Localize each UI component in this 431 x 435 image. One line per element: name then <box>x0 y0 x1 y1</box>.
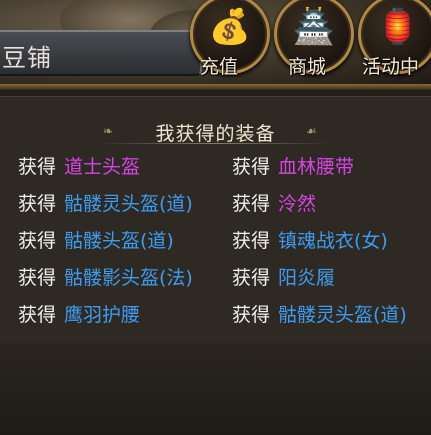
item-name[interactable]: 鹰羽护腰 <box>64 304 140 326</box>
list-item: 获得 骷髅灵头盔(道) <box>232 300 407 327</box>
item-name[interactable]: 泠然 <box>278 193 316 215</box>
list-item: 获得 泠然 <box>232 189 316 216</box>
gain-label: 获得 <box>18 304 57 326</box>
gain-label: 获得 <box>232 230 271 252</box>
list-item: 获得 镇魂战衣(女) <box>232 226 388 253</box>
item-name[interactable]: 道士头盔 <box>64 156 140 178</box>
panel-title: 我获得的装备 <box>155 123 276 145</box>
gain-label: 获得 <box>232 304 271 326</box>
item-name[interactable]: 骷髅灵头盔(道) <box>278 304 407 326</box>
list-item: 获得 阳炎履 <box>232 263 335 290</box>
gain-label: 获得 <box>232 267 271 289</box>
gain-label: 获得 <box>232 156 271 178</box>
gain-label: 获得 <box>232 193 271 215</box>
gain-label: 获得 <box>18 230 57 252</box>
palace-icon: 🏯 <box>292 7 336 47</box>
event-icon: 🏮 <box>376 7 420 47</box>
bottom-area <box>0 342 431 435</box>
item-name[interactable]: 骷髅影头盔(法) <box>64 267 193 289</box>
gain-label: 获得 <box>18 267 57 289</box>
divider <box>0 84 431 90</box>
mall-label: 商城 <box>288 56 327 78</box>
list-item: 获得 骷髅影头盔(法) <box>18 263 193 290</box>
gain-label: 获得 <box>18 193 57 215</box>
item-name[interactable]: 骷髅灵头盔(道) <box>64 193 193 215</box>
shop-title: 豆铺 <box>2 44 52 72</box>
list-item: 获得 鹰羽护腰 <box>18 300 140 327</box>
item-name[interactable]: 骷髅头盔(道) <box>64 230 174 252</box>
event-label: 活动中 <box>362 56 420 78</box>
item-name[interactable]: 血林腰带 <box>278 156 354 178</box>
list-item: 获得 道士头盔 <box>18 152 140 179</box>
obtained-equipment-panel: ❧ 我获得的装备 ☙ 获得 道士头盔 获得 骷髅灵头盔(道) 获得 骷髅头盔(道) 获… <box>0 96 431 343</box>
title-divider <box>96 143 332 144</box>
flourish-right-icon: ☙ <box>306 124 317 138</box>
recharge-label: 充值 <box>200 56 239 78</box>
list-item: 获得 骷髅灵头盔(道) <box>18 189 193 216</box>
item-name[interactable]: 阳炎履 <box>278 267 335 289</box>
list-item: 获得 血林腰带 <box>232 152 354 179</box>
item-name[interactable]: 镇魂战衣(女) <box>278 230 388 252</box>
gain-label: 获得 <box>18 156 57 178</box>
list-item: 获得 骷髅头盔(道) <box>18 226 174 253</box>
gold-ingot-icon: 💰 <box>208 7 252 47</box>
